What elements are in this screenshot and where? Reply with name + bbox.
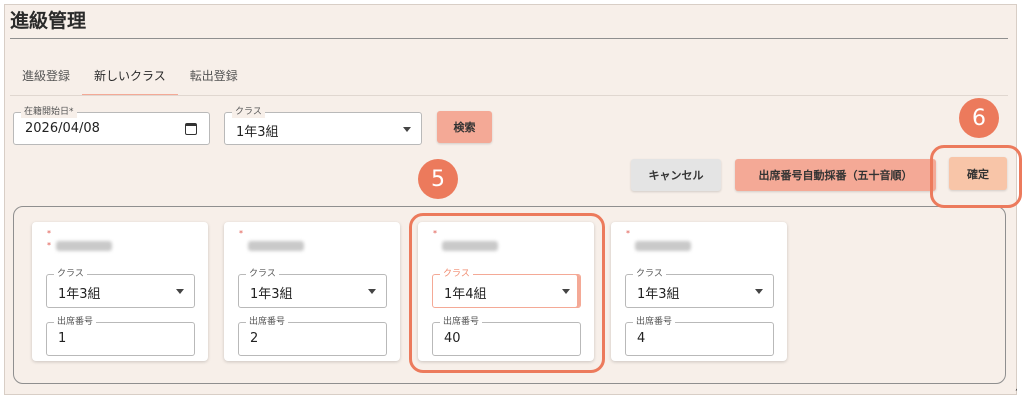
search-button[interactable]: 検索: [437, 111, 492, 143]
page-title: 進級管理: [10, 10, 87, 32]
student-class-label: クラス: [633, 268, 666, 280]
chevron-down-icon: [403, 127, 411, 132]
student-class-value: 1年3組: [637, 287, 680, 302]
class-select-value: 1年3組: [236, 125, 279, 140]
auto-number-button[interactable]: 出席番号自動採番（五十音順）: [735, 159, 936, 191]
student-name-redacted: [56, 241, 112, 251]
student-class-label: クラス: [54, 268, 87, 280]
student-class-select[interactable]: クラス 1年3組: [238, 268, 387, 308]
required-mark: *: [47, 229, 51, 238]
tab-transfer-out[interactable]: 転出登録: [178, 60, 250, 96]
calendar-icon[interactable]: [185, 123, 197, 135]
cancel-button[interactable]: キャンセル: [631, 159, 721, 191]
tab-bar: 進級登録 新しいクラス 転出登録: [10, 60, 250, 96]
required-mark: *: [239, 229, 243, 238]
student-card: * クラス 1年3組 出席番号 2: [224, 222, 400, 361]
attendance-number-label: 出席番号: [633, 316, 676, 328]
step-5-badge: 5: [418, 159, 458, 199]
step-6-highlight: [930, 145, 1022, 208]
start-date-field[interactable]: 在籍開始日* 2026/04/08: [13, 106, 210, 145]
student-class-value: 1年3組: [250, 287, 293, 302]
chevron-down-icon: [176, 289, 184, 294]
required-mark: *: [626, 229, 630, 238]
class-select[interactable]: クラス 1年3組: [224, 106, 422, 145]
attendance-number-input[interactable]: 出席番号 2: [238, 316, 387, 356]
student-class-label: クラス: [246, 268, 279, 280]
attendance-number-input[interactable]: 出席番号 1: [46, 316, 195, 356]
tab-new-class[interactable]: 新しいクラス: [82, 60, 178, 96]
student-class-select[interactable]: クラス 1年3組: [625, 268, 774, 308]
chevron-down-icon: [755, 289, 763, 294]
student-class-value: 1年3組: [58, 287, 101, 302]
student-class-select[interactable]: クラス 1年3組: [46, 268, 195, 308]
attendance-number-value: 2: [250, 331, 259, 346]
tab-promotion-register[interactable]: 進級登録: [10, 60, 82, 96]
start-date-value: 2026/04/08: [25, 121, 100, 136]
step-6-badge: 6: [959, 98, 999, 138]
student-card: * * クラス 1年3組 出席番号 1: [32, 222, 208, 361]
student-card: * クラス 1年3組 出席番号 4: [611, 222, 787, 361]
start-date-label: 在籍開始日*: [21, 106, 77, 118]
step-5-highlight: [409, 213, 605, 373]
attendance-number-label: 出席番号: [54, 316, 97, 328]
attendance-number-input[interactable]: 出席番号 4: [625, 316, 774, 356]
attendance-number-value: 1: [58, 331, 67, 346]
student-name-redacted: [248, 241, 304, 251]
edge-mark: ,: [1015, 383, 1018, 393]
title-divider: [10, 38, 1008, 39]
class-select-label: クラス: [232, 106, 265, 118]
required-mark: *: [47, 241, 51, 250]
attendance-number-label: 出席番号: [246, 316, 289, 328]
chevron-down-icon: [368, 289, 376, 294]
student-name-redacted: [635, 241, 691, 251]
attendance-number-value: 4: [637, 331, 646, 346]
tabs-divider: [10, 95, 1008, 96]
